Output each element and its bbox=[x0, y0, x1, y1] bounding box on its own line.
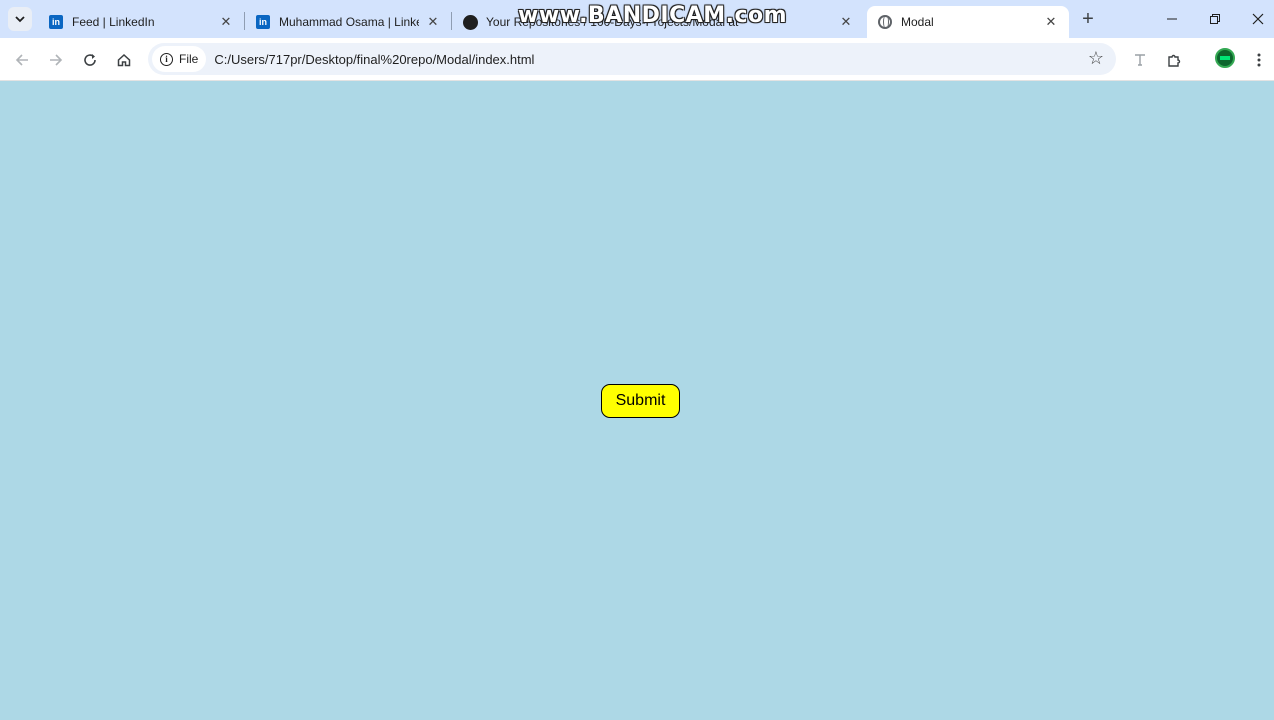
home-button[interactable] bbox=[110, 46, 138, 74]
page-content: Submit bbox=[0, 82, 1274, 720]
tab-strip: in Feed | LinkedIn ✕ in Muhammad Osama |… bbox=[0, 0, 1274, 38]
close-icon[interactable]: ✕ bbox=[218, 14, 234, 30]
github-icon bbox=[462, 14, 478, 30]
tab-muhammad-osama[interactable]: in Muhammad Osama | LinkedIn ✕ bbox=[245, 6, 451, 38]
chevron-down-icon bbox=[15, 16, 25, 23]
bookmark-star-icon[interactable]: ☆ bbox=[1088, 48, 1104, 69]
puzzle-icon bbox=[1168, 54, 1181, 67]
tab-label: Feed | LinkedIn bbox=[72, 15, 155, 29]
minimize-button[interactable] bbox=[1150, 0, 1194, 38]
tab-search-button[interactable] bbox=[8, 7, 32, 31]
close-window-button[interactable] bbox=[1236, 0, 1274, 38]
reload-icon bbox=[84, 54, 96, 66]
back-button[interactable] bbox=[8, 46, 36, 74]
close-icon bbox=[1252, 13, 1264, 25]
translate-button[interactable] bbox=[1126, 46, 1154, 74]
tab-label: Muhammad Osama | LinkedIn bbox=[279, 15, 419, 29]
submit-button[interactable]: Submit bbox=[601, 384, 680, 418]
site-chip-label: File bbox=[179, 52, 199, 66]
arrow-right-icon bbox=[50, 54, 63, 66]
browser-toolbar: i File C:/Users/717pr/Desktop/final%20re… bbox=[0, 38, 1274, 81]
close-icon[interactable]: ✕ bbox=[838, 14, 854, 30]
close-icon[interactable]: ✕ bbox=[1043, 14, 1059, 30]
tab-feed-linkedin[interactable]: in Feed | LinkedIn ✕ bbox=[38, 6, 244, 38]
tab-label: Modal bbox=[901, 15, 934, 29]
restore-button[interactable] bbox=[1193, 0, 1237, 38]
url-text[interactable]: C:/Users/717pr/Desktop/final%20repo/Moda… bbox=[214, 52, 534, 67]
translate-icon bbox=[1135, 54, 1145, 66]
arrow-left-icon bbox=[15, 54, 28, 66]
address-bar[interactable]: i File C:/Users/717pr/Desktop/final%20re… bbox=[148, 43, 1116, 75]
extensions-button[interactable] bbox=[1161, 46, 1189, 74]
tab-modal[interactable]: Modal ✕ bbox=[867, 6, 1069, 38]
recording-watermark: www.BANDICAM.com bbox=[518, 3, 788, 28]
profile-avatar[interactable] bbox=[1215, 48, 1235, 68]
close-icon[interactable]: ✕ bbox=[425, 14, 441, 30]
new-tab-button[interactable]: + bbox=[1077, 8, 1099, 30]
minimize-icon bbox=[1167, 18, 1177, 20]
menu-button[interactable] bbox=[1245, 46, 1273, 74]
linkedin-icon: in bbox=[255, 14, 271, 30]
forward-button[interactable] bbox=[42, 46, 70, 74]
linkedin-icon: in bbox=[48, 14, 64, 30]
home-icon bbox=[117, 53, 131, 67]
info-icon: i bbox=[160, 52, 173, 66]
kebab-menu-icon bbox=[1257, 53, 1261, 67]
globe-icon bbox=[877, 14, 893, 30]
restore-icon bbox=[1210, 14, 1220, 24]
site-info-chip[interactable]: i File bbox=[152, 46, 207, 72]
reload-button[interactable] bbox=[76, 46, 104, 74]
